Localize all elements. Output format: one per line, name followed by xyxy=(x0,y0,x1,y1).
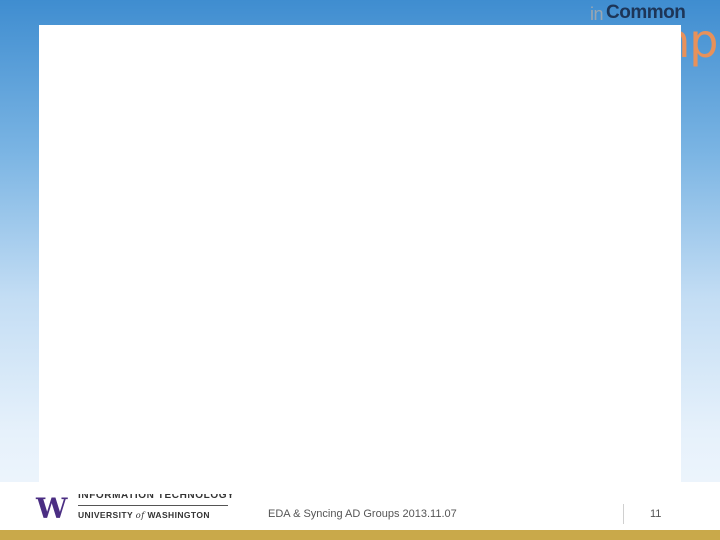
footer-separator xyxy=(623,504,624,524)
page-number: 11 xyxy=(650,508,662,520)
logo-divider xyxy=(78,505,228,506)
university-label: UNIVERSITY of WASHINGTON xyxy=(78,510,210,521)
footer-gold-band xyxy=(0,530,720,540)
slide-content-area xyxy=(39,25,681,482)
footer-title: EDA & Syncing AD Groups 2013.11.07 xyxy=(268,508,457,520)
uw-w-logo-icon: W xyxy=(36,492,68,525)
